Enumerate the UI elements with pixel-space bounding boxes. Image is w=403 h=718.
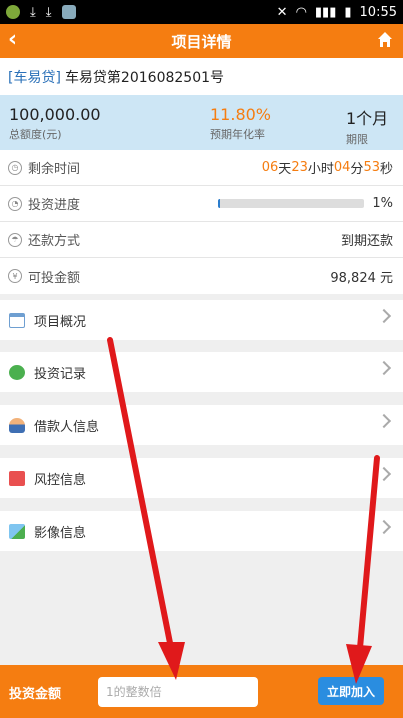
remaining-time-row: ◷ 剩余时间 06 天 23 小时 04 分 53 秒 <box>0 150 403 186</box>
repayment-row: ☂ 还款方式 到期还款 <box>0 222 403 258</box>
progress-bar <box>218 199 365 208</box>
progress-indicator: 1% <box>218 196 393 211</box>
download-icon: ⤓ <box>30 4 36 20</box>
chevron-right-icon <box>376 360 392 376</box>
chevron-right-icon <box>376 308 392 324</box>
progress-bar-fill <box>218 199 220 208</box>
back-icon[interactable]: ‹ <box>8 28 17 52</box>
countdown-days-unit: 天 <box>278 162 292 177</box>
progress-label: 投资进度 <box>28 198 81 213</box>
term: 1个月 期限 <box>346 105 388 147</box>
clock-icon: ◷ <box>8 160 22 175</box>
annual-rate: 11.80% 预期年化率 <box>210 105 271 142</box>
total-amount-label: 总额度(元) <box>9 128 62 141</box>
app-notification-icon <box>6 5 20 19</box>
annual-rate-label: 预期年化率 <box>210 128 265 141</box>
menu-borrower-info[interactable]: 借款人信息 <box>0 405 403 445</box>
repayment-value: 到期还款 <box>340 234 393 249</box>
app-icon <box>61 5 76 19</box>
title-bar: ‹ 项目详情 <box>0 24 403 58</box>
chevron-right-icon <box>376 466 392 482</box>
folder-icon <box>9 470 25 486</box>
battery-icon: ▮ <box>344 4 352 20</box>
project-summary: 100,000.00 总额度(元) 11.80% 预期年化率 1个月 期限 <box>0 95 403 150</box>
menu-investment-records-label: 投资记录 <box>34 366 87 382</box>
countdown-seconds: 53 <box>363 160 380 175</box>
join-now-button[interactable]: 立即加入 <box>318 677 384 705</box>
menu-borrower-info-label: 借款人信息 <box>34 419 100 435</box>
countdown-hours-unit: 小时 <box>307 162 334 177</box>
invest-amount-label: 投资金额 <box>9 687 62 702</box>
chevron-right-icon <box>376 519 392 535</box>
countdown-days: 06 <box>261 160 279 175</box>
menu-risk-control-label: 风控信息 <box>34 472 87 488</box>
total-amount: 100,000.00 总额度(元) <box>9 105 101 142</box>
term-label: 期限 <box>346 133 368 146</box>
available-label: 可投金额 <box>28 270 81 286</box>
download-icon-2: ⤓ <box>45 4 52 20</box>
chevron-right-icon <box>376 413 392 429</box>
remaining-time-label: 剩余时间 <box>28 162 81 177</box>
page-title: 项目详情 <box>171 32 232 51</box>
available-value: 98,824 元 <box>330 270 393 286</box>
menu-project-overview-label: 项目概况 <box>34 314 87 330</box>
menu-risk-control[interactable]: 风控信息 <box>0 458 403 498</box>
annual-rate-value: 11.80% <box>210 105 272 124</box>
home-icon[interactable] <box>377 31 393 49</box>
clock: 10:55 <box>359 4 397 20</box>
term-value: 1个月 <box>346 109 389 128</box>
project-tag: [车易贷] <box>8 69 61 86</box>
signal-icon: ▮▮▮ <box>314 4 337 20</box>
project-name: 车易贷第2016082501号 <box>64 69 225 86</box>
progress-percent: 1% <box>372 196 393 211</box>
available-row: ¥ 可投金额 98,824 元 <box>0 258 403 294</box>
wifi-icon: ◠ <box>295 4 307 20</box>
countdown-seconds-unit: 秒 <box>379 162 393 177</box>
progress-row: ◔ 投资进度 1% <box>0 186 403 222</box>
menu-project-overview[interactable]: 项目概况 <box>0 300 403 340</box>
invest-amount-input[interactable] <box>98 677 258 707</box>
status-bar: ⤓ ⤓ ✕ ◠ ▮▮▮ ▮ 10:55 <box>0 0 403 24</box>
project-info-list: ◷ 剩余时间 06 天 23 小时 04 分 53 秒 ◔ 投资进度 1% ☂ 还款方式… <box>0 150 403 294</box>
yen-icon: ¥ <box>8 269 22 283</box>
menu-image-info[interactable]: 影像信息 <box>0 511 403 551</box>
menu-investment-records[interactable]: 投资记录 <box>0 352 403 392</box>
repayment-label: 还款方式 <box>28 234 81 249</box>
umbrella-icon: ☂ <box>8 232 22 247</box>
countdown: 06 天 23 小时 04 分 53 秒 <box>262 158 393 177</box>
document-icon <box>9 312 25 328</box>
gauge-icon: ◔ <box>8 196 22 211</box>
countdown-minutes-unit: 分 <box>350 162 364 177</box>
clock-icon <box>9 364 25 380</box>
total-amount-value: 100,000.00 <box>9 105 101 124</box>
countdown-minutes: 04 <box>333 160 351 175</box>
menu-image-info-label: 影像信息 <box>34 525 87 541</box>
mute-icon: ✕ <box>276 4 288 20</box>
countdown-hours: 23 <box>291 160 308 175</box>
project-title: [车易贷] 车易贷第2016082501号 <box>0 58 403 95</box>
user-icon <box>9 417 25 433</box>
image-icon <box>9 523 25 539</box>
